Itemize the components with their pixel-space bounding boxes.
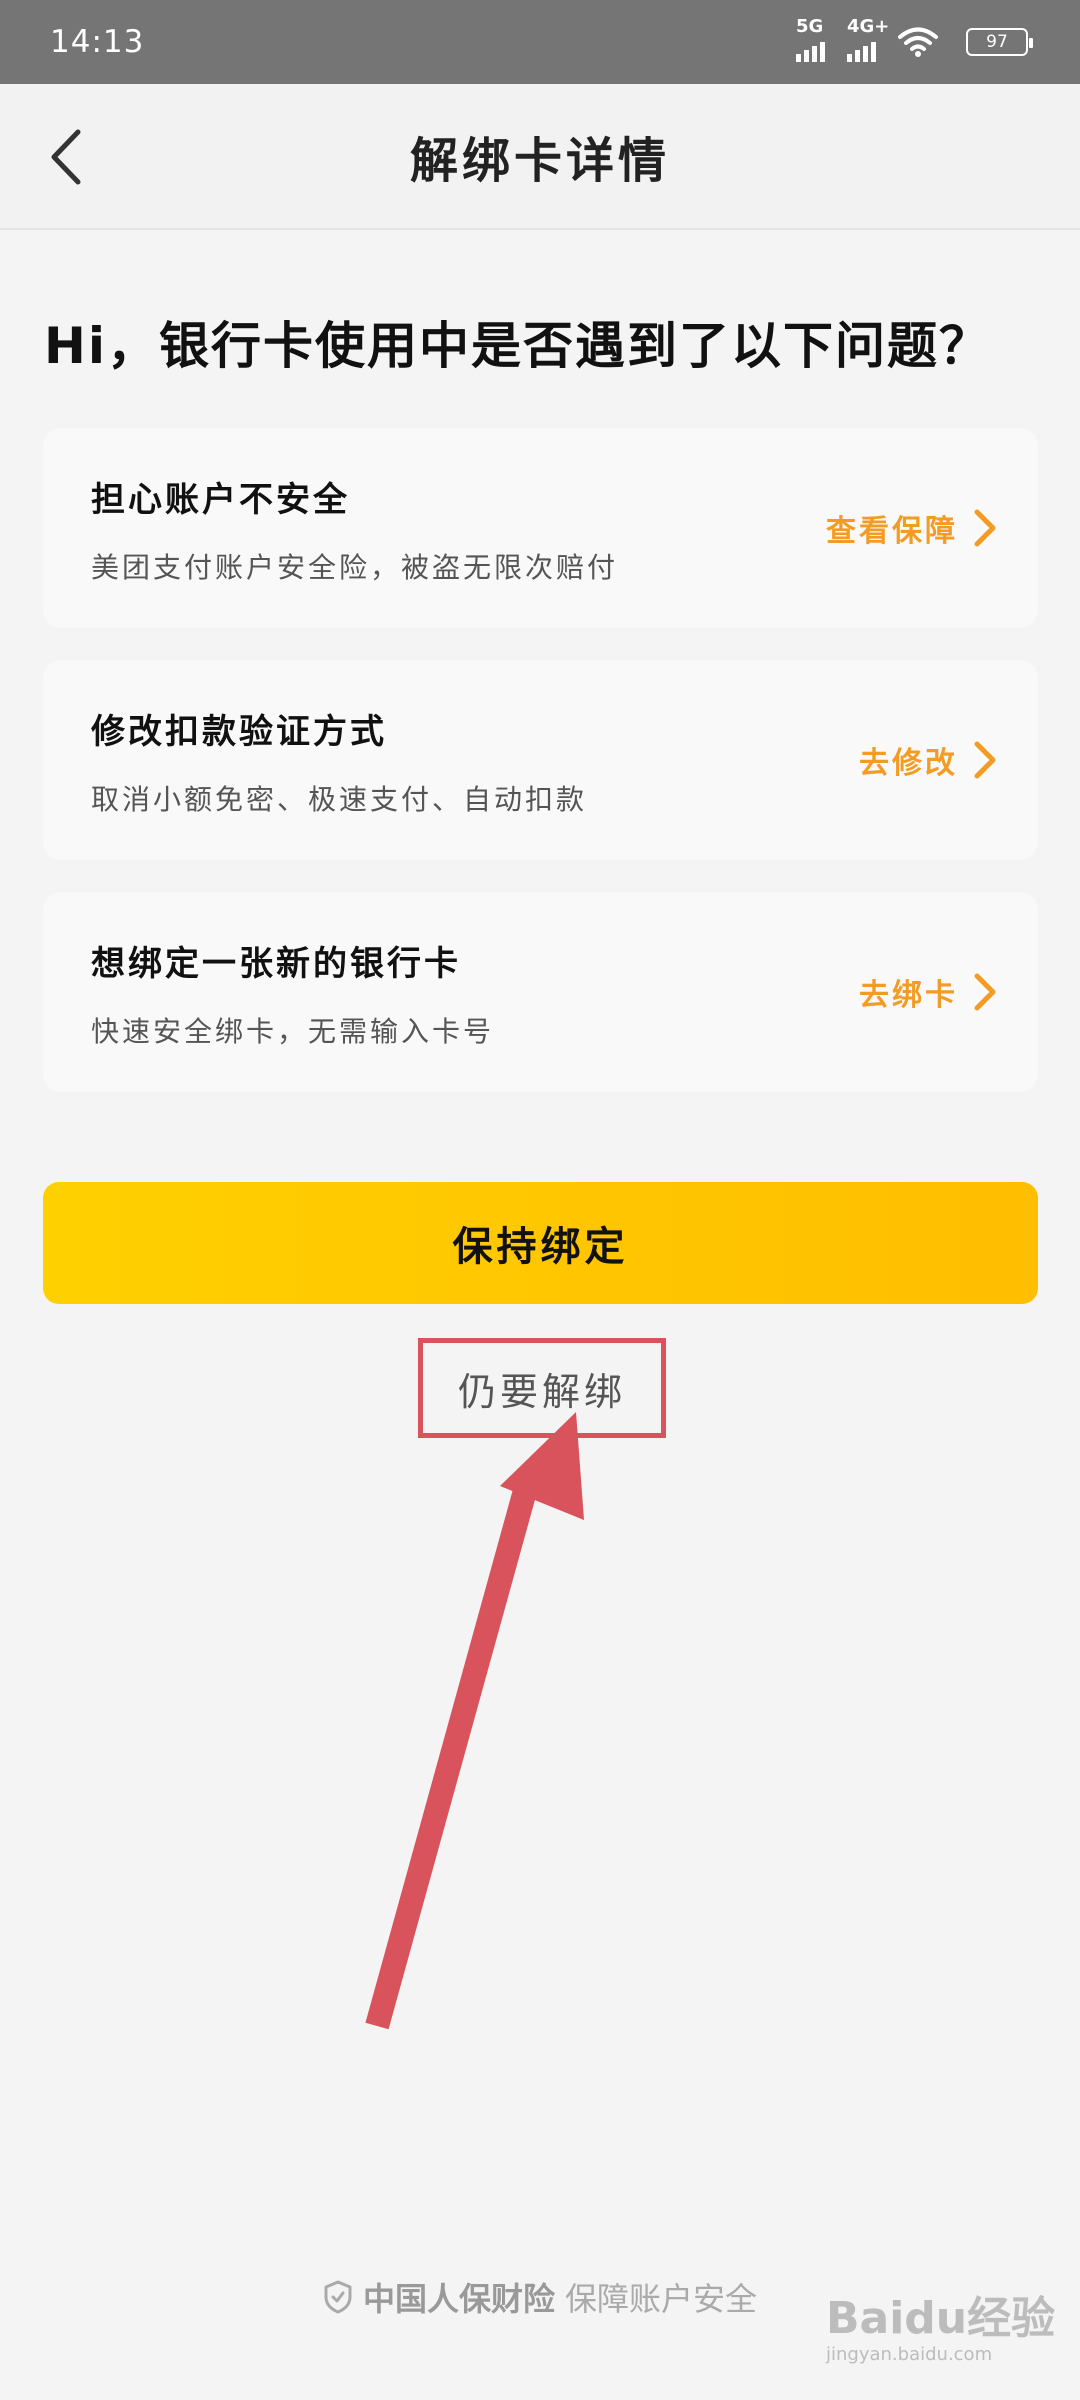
signal-icon: 4G+ bbox=[847, 16, 889, 62]
network-type-2: 4G+ bbox=[847, 16, 890, 37]
question-heading: Hi，银行卡使用中是否遇到了以下问题？ bbox=[44, 317, 991, 375]
card-action-label: 去修改 bbox=[859, 746, 958, 781]
unbind-card-page: 14:13 5G 4G+ 97 解绑卡详情 Hi，银行卡使用中是否遇到了以下问题… bbox=[0, 0, 1080, 2400]
chevron-right-icon bbox=[974, 509, 996, 547]
card-action-label: 去绑卡 bbox=[859, 978, 958, 1013]
card-desc: 美团支付账户安全险，被盗无限次赔付 bbox=[91, 551, 619, 584]
battery-level: 97 bbox=[986, 32, 1008, 52]
go-modify-link[interactable]: 去修改 bbox=[859, 660, 998, 860]
shield-icon bbox=[324, 2280, 352, 2314]
card-account-security[interactable]: 担心账户不安全 美团支付账户安全险，被盗无限次赔付 查看保障 bbox=[43, 428, 1038, 628]
network-type-1: 5G bbox=[796, 16, 824, 37]
go-bind-card-link[interactable]: 去绑卡 bbox=[859, 892, 998, 1092]
watermark-text: Baidu经验 bbox=[826, 2293, 1056, 2344]
wifi-icon bbox=[898, 27, 938, 57]
chevron-left-icon bbox=[51, 129, 81, 185]
chevron-right-icon bbox=[974, 741, 996, 779]
card-title: 修改扣款验证方式 bbox=[91, 712, 387, 752]
card-bind-new-card[interactable]: 想绑定一张新的银行卡 快速安全绑卡，无需输入卡号 去绑卡 bbox=[43, 892, 1038, 1092]
view-protection-link[interactable]: 查看保障 bbox=[826, 428, 998, 628]
baidu-watermark: Baidu经验 jingyan.baidu.com bbox=[826, 2282, 1066, 2382]
footer-slogan: 保障账户安全 bbox=[565, 2280, 758, 2318]
card-action-label: 查看保障 bbox=[826, 514, 958, 549]
card-payment-verification[interactable]: 修改扣款验证方式 取消小额免密、极速支付、自动扣款 去修改 bbox=[43, 660, 1038, 860]
watermark-sub: jingyan.baidu.com bbox=[826, 2344, 993, 2365]
card-title: 担心账户不安全 bbox=[91, 480, 350, 520]
back-button[interactable] bbox=[30, 122, 100, 192]
status-bar: 14:13 5G 4G+ 97 bbox=[0, 0, 1080, 84]
card-title: 想绑定一张新的银行卡 bbox=[91, 944, 461, 984]
still-unbind-button[interactable]: 仍要解绑 bbox=[418, 1338, 666, 1438]
status-icons: 5G 4G+ 97 bbox=[796, 16, 1033, 62]
card-desc: 快速安全绑卡，无需输入卡号 bbox=[91, 1015, 495, 1048]
battery-icon: 97 bbox=[966, 28, 1033, 56]
chevron-right-icon bbox=[974, 973, 996, 1011]
status-time: 14:13 bbox=[50, 24, 145, 60]
page-title: 解绑卡详情 bbox=[409, 133, 670, 189]
nav-bar: 解绑卡详情 bbox=[0, 84, 1080, 230]
card-desc: 取消小额免密、极速支付、自动扣款 bbox=[91, 783, 588, 816]
footer-brand: 中国人保财险 bbox=[362, 2280, 555, 2318]
keep-binding-button[interactable]: 保持绑定 bbox=[43, 1182, 1038, 1304]
signal-icon: 5G bbox=[796, 16, 825, 62]
